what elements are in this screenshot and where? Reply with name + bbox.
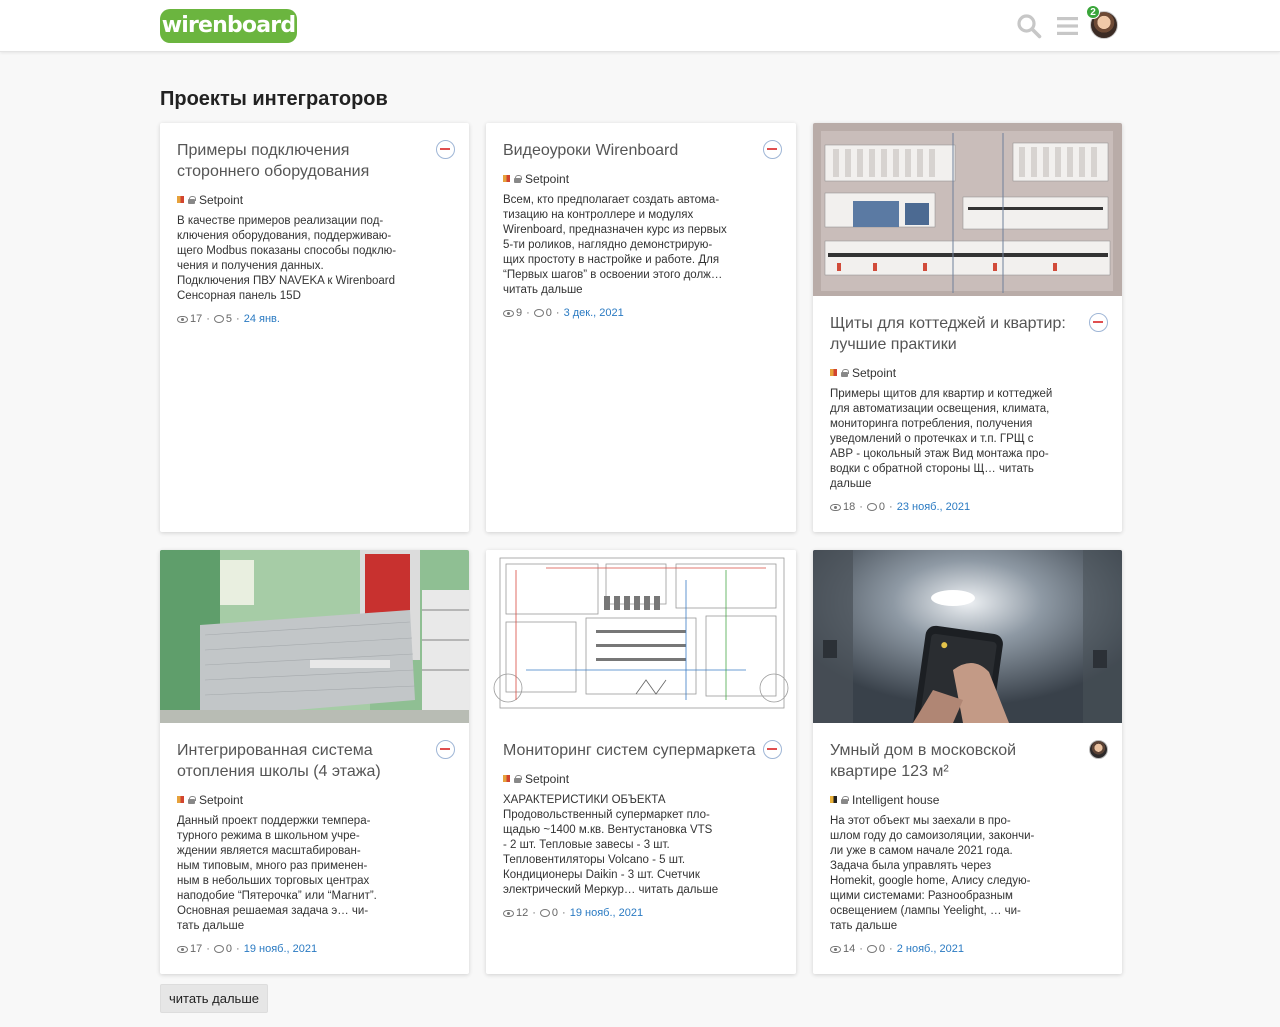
topic-stats: 9 · 0 · 3 дек., 2021 — [503, 307, 782, 319]
author-avatar-icon[interactable] — [436, 740, 455, 759]
views-count: 17 — [190, 313, 203, 325]
topic-excerpt: ХАРАКТЕРИСТИКИ ОБЪЕКТА Продовольственный… — [503, 794, 719, 896]
comment-icon — [866, 945, 877, 953]
topic-card[interactable]: Мониторинг систем супермаркета Setpoint … — [486, 550, 796, 974]
topic-date[interactable]: 19 нояб., 2021 — [570, 907, 643, 919]
topic-date[interactable]: 24 янв. — [244, 313, 280, 325]
author-avatar-icon[interactable] — [1089, 740, 1108, 759]
category-color-icon — [503, 175, 510, 182]
category-color-icon — [830, 369, 837, 376]
eye-icon — [830, 503, 841, 511]
category-label[interactable]: Setpoint — [503, 771, 782, 786]
top-header: wirenboard 2 — [0, 0, 1280, 52]
topic-excerpt: Данный проект поддержки темпера- турного… — [177, 815, 377, 932]
category-name: Setpoint — [525, 771, 570, 786]
category-name: Intelligent house — [852, 792, 940, 807]
eye-icon — [503, 909, 514, 917]
comment-icon — [533, 309, 544, 317]
author-avatar-icon[interactable] — [763, 740, 782, 759]
user-avatar-button[interactable]: 2 — [1086, 5, 1118, 39]
category-color-icon — [830, 796, 837, 803]
category-name: Setpoint — [199, 792, 244, 807]
comments-count: 0 — [878, 501, 886, 513]
topic-date[interactable]: 3 дек., 2021 — [564, 307, 624, 319]
notification-badge: 2 — [1086, 5, 1100, 19]
topic-thumbnail-smart-home[interactable] — [813, 550, 1122, 723]
page-title: Проекты интеграторов — [160, 88, 388, 110]
author-avatar-icon[interactable] — [436, 140, 455, 159]
lock-icon — [188, 195, 196, 204]
topic-stats: 17 · 5 · 24 янв. — [177, 313, 455, 325]
topic-date[interactable]: 19 нояб., 2021 — [244, 943, 317, 955]
views-count: 18 — [843, 501, 856, 513]
topic-title[interactable]: Умный дом в московской квартире 123 м² — [830, 740, 1086, 782]
category-color-icon — [177, 196, 184, 203]
category-color-icon — [503, 775, 510, 782]
views-count: 17 — [190, 943, 203, 955]
eye-icon — [177, 945, 188, 953]
comments-count: 5 — [225, 313, 233, 325]
comments-count: 0 — [545, 307, 552, 319]
views-count: 9 — [516, 307, 523, 319]
logo-text: wirenboard — [161, 13, 296, 38]
category-label[interactable]: Setpoint — [503, 171, 782, 186]
topic-excerpt: Примеры щитов для квартир и коттеджей дл… — [830, 388, 1053, 490]
category-name: Setpoint — [199, 192, 244, 207]
wirenboard-logo[interactable]: wirenboard — [160, 9, 297, 43]
eye-icon — [503, 309, 514, 317]
topic-date[interactable]: 23 нояб., 2021 — [897, 501, 970, 513]
topic-card[interactable]: Щиты для коттеджей и квартир: лучшие пра… — [813, 123, 1122, 532]
views-count: 12 — [516, 907, 529, 919]
topic-stats: 12 · 0 · 19 нояб., 2021 — [503, 907, 782, 919]
comment-icon — [213, 315, 224, 323]
topic-thumbnail-electrical-panel[interactable] — [813, 123, 1122, 296]
topic-excerpt: На этот объект мы заехали в про- шлом го… — [830, 815, 1035, 932]
author-avatar-icon[interactable] — [1089, 313, 1108, 332]
category-label[interactable]: Setpoint — [830, 365, 1108, 380]
topic-title[interactable]: Мониторинг систем супермаркета — [503, 740, 759, 761]
topic-thumbnail-floor-plan[interactable] — [486, 550, 796, 723]
topic-excerpt: Всем, кто предполагает создать автома- т… — [503, 194, 727, 296]
category-name: Setpoint — [852, 365, 897, 380]
topic-title[interactable]: Видеоуроки Wirenboard — [503, 140, 759, 161]
author-avatar-icon[interactable] — [763, 140, 782, 159]
lock-icon — [841, 795, 849, 804]
lock-icon — [514, 174, 522, 183]
topic-card[interactable]: Примеры подключения стороннего оборудова… — [160, 123, 469, 532]
views-count: 14 — [843, 943, 856, 955]
category-color-icon — [177, 796, 184, 803]
topic-title[interactable]: Щиты для коттеджей и квартир: лучшие пра… — [830, 313, 1086, 355]
topic-card[interactable]: Интегрированная система отопления школы … — [160, 550, 469, 974]
topic-card[interactable]: Видеоуроки Wirenboard Setpoint Всем, кто… — [486, 123, 796, 532]
topic-stats: 18 · 0 · 23 нояб., 2021 — [830, 501, 1108, 513]
lock-icon — [841, 368, 849, 377]
lock-icon — [188, 795, 196, 804]
search-icon[interactable] — [1016, 13, 1042, 39]
topic-date[interactable]: 2 нояб., 2021 — [897, 943, 964, 955]
comments-count: 0 — [551, 907, 559, 919]
category-label[interactable]: Intelligent house — [830, 792, 1108, 807]
comments-count: 0 — [225, 943, 233, 955]
topic-stats: 17 · 0 · 19 нояб., 2021 — [177, 943, 455, 955]
comment-icon — [539, 909, 550, 917]
category-label[interactable]: Setpoint — [177, 792, 455, 807]
comment-icon — [866, 503, 877, 511]
eye-icon — [830, 945, 841, 953]
comment-icon — [213, 945, 224, 953]
menu-icon[interactable] — [1055, 13, 1081, 39]
topic-thumbnail-heating-system[interactable] — [160, 550, 469, 723]
topic-excerpt: В качестве примеров реализации под- ключ… — [177, 215, 397, 302]
load-more-button[interactable]: читать дальше — [160, 984, 268, 1013]
topic-stats: 14 · 0 · 2 нояб., 2021 — [830, 943, 1108, 955]
topic-title[interactable]: Интегрированная система отопления школы … — [177, 740, 433, 782]
lock-icon — [514, 774, 522, 783]
comments-count: 0 — [878, 943, 886, 955]
category-name: Setpoint — [525, 171, 570, 186]
topic-title[interactable]: Примеры подключения стороннего оборудова… — [177, 140, 433, 182]
category-label[interactable]: Setpoint — [177, 192, 455, 207]
eye-icon — [177, 315, 188, 323]
topic-card[interactable]: Умный дом в московской квартире 123 м² I… — [813, 550, 1122, 974]
